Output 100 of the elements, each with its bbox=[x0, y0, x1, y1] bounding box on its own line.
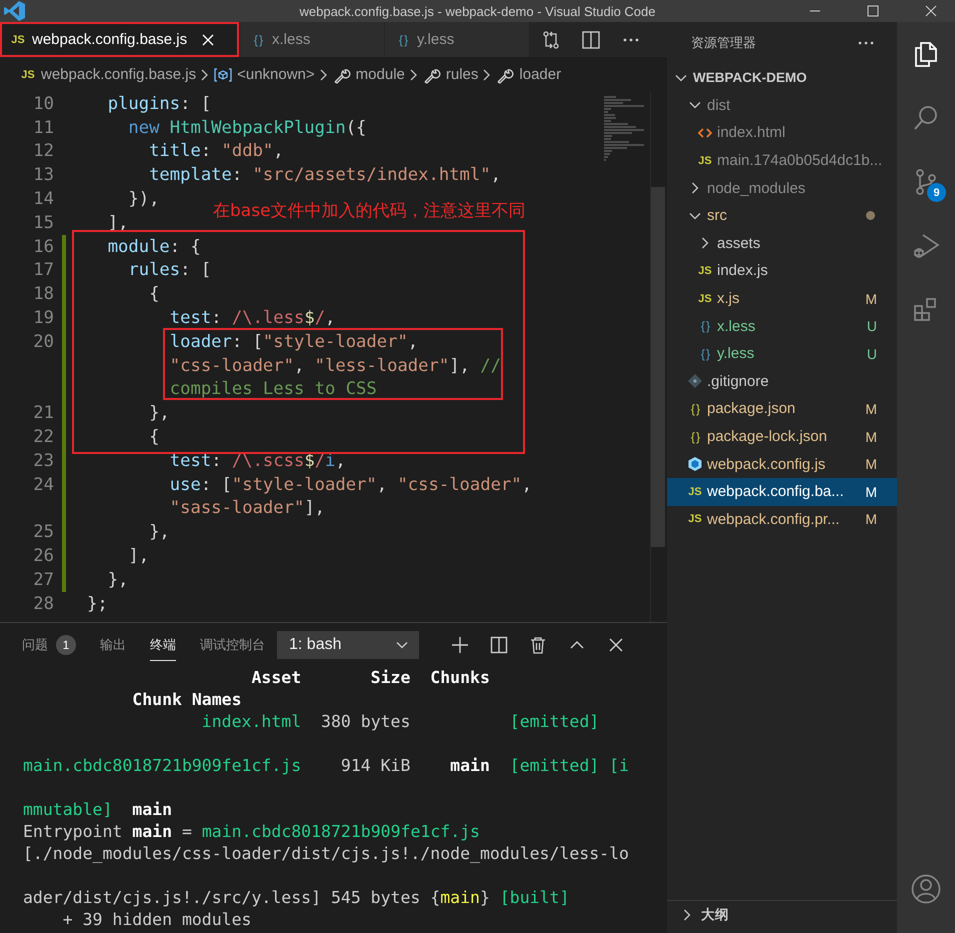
search-icon bbox=[912, 104, 940, 132]
maximize-icon[interactable] bbox=[867, 5, 879, 17]
activity-button[interactable]: 9 bbox=[897, 150, 955, 214]
breadcrumb-label: webpack.config.base.js bbox=[41, 66, 196, 83]
code-line: template: "src/assets/index.html", bbox=[148, 165, 501, 186]
file-item[interactable]: JS main.174a0b05d4dc1b... bbox=[667, 146, 897, 174]
tab-label: y.less bbox=[417, 31, 454, 48]
line-number: 24 bbox=[32, 474, 54, 495]
file-name: src bbox=[707, 207, 727, 224]
panel-tab[interactable]: 输出 bbox=[100, 630, 126, 660]
file-name: package.json bbox=[707, 400, 796, 418]
trash-icon[interactable] bbox=[529, 636, 547, 654]
git-status: U bbox=[866, 318, 877, 334]
code-line: }), bbox=[127, 189, 160, 210]
breadcrumb-label: rules bbox=[446, 66, 478, 83]
breadcrumb-item[interactable]: module bbox=[332, 66, 405, 84]
file-type-icon: JS bbox=[687, 486, 703, 498]
terminal-line: Asset Size Chunks bbox=[250, 667, 491, 689]
file-name: main.174a0b05d4dc1b... bbox=[717, 152, 882, 170]
status-dot bbox=[866, 211, 875, 220]
scrollbar-thumb[interactable] bbox=[651, 187, 665, 547]
file-type-icon: JS bbox=[20, 68, 36, 80]
sidebar-title: 资源管理器 bbox=[691, 34, 756, 52]
file-name: index.html bbox=[717, 124, 786, 142]
code-line: new HtmlWebpackPlugin({ bbox=[127, 118, 366, 138]
breadcrumb-item[interactable]: JS webpack.config.base.js bbox=[20, 66, 196, 83]
split-editor-icon[interactable] bbox=[581, 30, 601, 50]
file-item[interactable]: JS webpack.config.pr... M bbox=[667, 506, 897, 534]
panel-tab[interactable]: 问题 1 bbox=[22, 628, 76, 662]
git-status: M bbox=[865, 400, 877, 417]
files-icon bbox=[912, 40, 940, 68]
file-item[interactable]: { } y.less U bbox=[667, 340, 897, 368]
line-number: 20 bbox=[32, 332, 54, 352]
project-header[interactable]: WEBPACK-DEMO bbox=[667, 64, 897, 92]
file-item[interactable]: JS index.js bbox=[667, 257, 897, 285]
line-number: 23 bbox=[32, 450, 54, 471]
count-badge: 1 bbox=[56, 634, 76, 654]
git-status: M bbox=[865, 511, 877, 528]
file-type-icon: { } bbox=[687, 430, 703, 444]
line-number: 18 bbox=[32, 284, 54, 304]
tab-label: 终端 bbox=[150, 636, 176, 654]
editor-tab[interactable]: { } y.less bbox=[385, 22, 530, 57]
file-type-icon: JS bbox=[687, 513, 703, 526]
file-name: x.js bbox=[717, 290, 740, 308]
line-number: 17 bbox=[32, 260, 54, 280]
tab-label: 调试控制台 bbox=[200, 636, 265, 654]
plus-icon[interactable] bbox=[451, 636, 469, 654]
breadcrumb-item[interactable]: loader bbox=[496, 66, 562, 84]
file-type-icon: JS bbox=[697, 154, 713, 167]
file-item[interactable]: { } package-lock.json M bbox=[667, 422, 897, 450]
file-type-icon: { } bbox=[687, 402, 703, 416]
annotation-text: 在base文件中加入的代码，注意这里不同 bbox=[213, 200, 526, 222]
git-status: U bbox=[866, 346, 877, 362]
file-item[interactable]: JS x.js M bbox=[667, 284, 897, 312]
file-name: y.less bbox=[717, 345, 754, 362]
editor-tab[interactable]: JS webpack.config.base.js bbox=[0, 22, 240, 57]
code-line: test: /\.less$/, bbox=[168, 308, 336, 328]
file-item[interactable]: { } package.json M bbox=[667, 395, 897, 423]
line-number: 14 bbox=[32, 189, 54, 210]
minimap bbox=[604, 96, 644, 161]
git-status: M bbox=[865, 484, 877, 500]
file-item[interactable]: { } x.less U bbox=[667, 312, 897, 340]
file-item[interactable]: JS webpack.config.ba... M bbox=[667, 478, 897, 506]
line-number: 11 bbox=[32, 118, 54, 138]
code-line: ], bbox=[127, 546, 150, 566]
terminal-line: [./node_modules/css-loader/dist/cjs.js!./node_modules/less-lo bbox=[23, 843, 630, 865]
code-line: use: ["style-loader", "css-loader", bbox=[168, 474, 532, 495]
file-item[interactable]: webpack.config.js M bbox=[667, 450, 897, 478]
run-debug-icon bbox=[912, 232, 940, 260]
line-number: 27 bbox=[32, 570, 54, 590]
terminal-dropdown[interactable]: 1: bash bbox=[277, 631, 419, 659]
code-line: ], bbox=[106, 212, 128, 233]
close-icon[interactable] bbox=[607, 636, 625, 654]
split-terminal-icon[interactable] bbox=[490, 636, 508, 654]
terminal-line: Entrypoint main = main.cbdc8018721b909fe1cf.js bbox=[23, 821, 481, 843]
account-icon[interactable] bbox=[911, 874, 941, 904]
folder-item[interactable]: src bbox=[667, 202, 897, 230]
line-number: 25 bbox=[32, 522, 54, 542]
logo-icon bbox=[4, 1, 26, 21]
file-type-icon: { } bbox=[697, 346, 713, 361]
line-number: 21 bbox=[32, 403, 54, 424]
file-item[interactable]: index.html bbox=[667, 119, 897, 147]
chevron-right-icon bbox=[408, 68, 419, 82]
close-icon[interactable] bbox=[925, 5, 937, 17]
panel-tab[interactable]: 终端 bbox=[150, 630, 176, 660]
breadcrumb-item[interactable]: <unknown> bbox=[214, 66, 315, 83]
panel-tab[interactable]: 调试控制台 bbox=[200, 630, 265, 660]
breadcrumb-item[interactable]: rules bbox=[422, 66, 478, 84]
tab-label: 问题 bbox=[22, 636, 48, 654]
editor-tab[interactable]: { } x.less bbox=[240, 22, 385, 57]
file-item[interactable]: .gitignore bbox=[667, 368, 897, 396]
file-name: webpack.config.js bbox=[707, 456, 826, 473]
folder-item[interactable]: node_modules bbox=[667, 174, 897, 202]
file-name: dist bbox=[707, 96, 730, 114]
folder-item[interactable]: dist bbox=[667, 92, 897, 120]
compare-changes-icon[interactable] bbox=[541, 30, 561, 50]
cube-icon bbox=[687, 456, 703, 472]
terminal-line: Chunk Names bbox=[131, 689, 243, 711]
folder-item[interactable]: assets bbox=[667, 230, 897, 258]
line-number: 26 bbox=[32, 546, 54, 566]
